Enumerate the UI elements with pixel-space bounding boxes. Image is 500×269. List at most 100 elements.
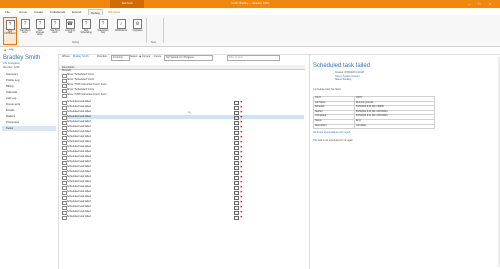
open-icon[interactable] (234, 215, 239, 220)
direction-select[interactable]: Incoming (111, 55, 130, 61)
notifications-button[interactable]: ♪ Notifications (113, 17, 129, 43)
diagnostic-log-button[interactable]: ? Diagnostic Log (96, 17, 110, 43)
upgrades-button[interactable]: ⚙ Upgrades (131, 17, 144, 43)
table-row[interactable]: Scheduled task failed ⚑ (62, 145, 304, 151)
nav-item-summary[interactable]: Summary (6, 72, 56, 77)
detail-title: Scheduled task failed (313, 63, 371, 69)
nav-item-billing[interactable]: Billing (6, 84, 56, 89)
test-sync-error-button[interactable]: ? Test Sync Error (49, 17, 61, 43)
table-row[interactable]: Scheduled task failed ⚑ (62, 105, 304, 111)
table-row[interactable]: Scheduled task failed ⚑ (62, 125, 304, 131)
row-description: Scheduled task failed (67, 115, 91, 118)
row-description: Scheduled task failed (67, 200, 91, 203)
table-row[interactable]: Scheduled task failed ⚑ (62, 210, 304, 216)
flag-icon[interactable]: ⚑ (240, 180, 243, 184)
flag-icon[interactable]: ⚑ (240, 115, 243, 119)
table-row[interactable]: Scheduled task failed ⚑ (62, 185, 304, 191)
nav-item-call-log[interactable]: Call Log (6, 96, 56, 101)
close-icon[interactable]: × (489, 1, 491, 6)
flag-icon[interactable]: ⚑ (240, 145, 243, 149)
flag-icon[interactable]: ⚑ (240, 105, 243, 109)
nav-item-processes[interactable]: Processes (6, 120, 56, 125)
table-row[interactable]: Scheduled task failed ⚑ (62, 135, 304, 141)
log-icon[interactable]: ◆ (4, 48, 6, 52)
maximize-icon[interactable]: □ (478, 1, 480, 6)
table-row[interactable]: Scheduled task failed ⚑ (62, 215, 304, 221)
status-label: Status: (130, 55, 138, 58)
preview-row[interactable]: Show "Scheduled" Form (62, 78, 304, 84)
button-label: Test UPHClient (4, 31, 16, 35)
flag-icon[interactable]: ⚑ (240, 110, 243, 114)
flag-icon[interactable]: ⚑ (240, 205, 243, 209)
detail-meta-owner[interactable]: Owner: System Account (335, 76, 360, 78)
test-process-error-button[interactable]: ? Test Process Error (34, 17, 46, 43)
flag-icon[interactable]: ⚑ (240, 140, 243, 144)
table-row[interactable]: Scheduled task failed ⚑ (62, 115, 304, 121)
table-row[interactable]: Scheduled task failed ⚑ (62, 200, 304, 206)
table-row[interactable]: Scheduled task failed ⚑ (62, 170, 304, 176)
nav-item-emails[interactable]: Emails (6, 108, 56, 113)
nav-item-tasks[interactable]: Tasks (2, 126, 56, 131)
flag-icon[interactable]: ⚑ (240, 170, 243, 174)
question-icon: ? (5, 20, 15, 30)
minimize-icon[interactable]: – (468, 1, 470, 6)
table-row[interactable]: Scheduled task failed ⚑ (62, 190, 304, 196)
flag-icon[interactable]: ⚑ (240, 215, 243, 219)
flag-icon[interactable]: ⚑ (240, 135, 243, 139)
flag-icon[interactable]: ⚑ (240, 190, 243, 194)
nav-item-profile-log[interactable]: Profile Log (6, 78, 56, 83)
table-row[interactable]: Scheduled task failed ⚑ (62, 160, 304, 166)
row-description: Scheduled task failed (67, 145, 91, 148)
flag-icon[interactable]: ⚑ (240, 160, 243, 164)
row-description: Scheduled task failed (67, 180, 91, 183)
row-checkbox[interactable] (62, 93, 67, 99)
flag-icon[interactable]: ⚑ (240, 210, 243, 214)
quickbar-label[interactable]: Log (9, 48, 13, 51)
status-current-radio[interactable]: ◉ Current (139, 55, 150, 58)
table-row[interactable]: Scheduled task failed ⚑ (62, 110, 304, 116)
flag-icon[interactable]: ⚑ (240, 130, 243, 134)
test-client-error-button[interactable]: ? Test Client Error (19, 17, 31, 43)
detail-link[interactable]: Click here to uninstall an error report. (313, 132, 351, 134)
preview-row[interactable]: Show "Scheduled" Form (62, 73, 304, 79)
flag-icon[interactable]: ⚑ (240, 155, 243, 159)
status-future-radio[interactable]: ○ Future (152, 55, 161, 58)
table-row[interactable]: Scheduled task failed ⚑ (62, 195, 304, 201)
state-select[interactable]: Not Started or In Progress (164, 55, 213, 61)
table-row[interactable]: Scheduled task failed ⚑ (62, 130, 304, 136)
preview-row[interactable]: Show "TINS Instruction Form" Form (62, 83, 304, 89)
flag-icon[interactable]: ⚑ (240, 120, 243, 124)
nav-item-calendar[interactable]: Calendar (6, 90, 56, 95)
test-uphclient-button[interactable]: ? Test UPHClient (3, 17, 17, 45)
flag-icon[interactable]: ⚑ (240, 150, 243, 154)
flag-icon[interactable]: ⚑ (240, 175, 243, 179)
whose-value[interactable]: Bradley Smith (73, 55, 89, 58)
flag-icon[interactable]: ⚑ (240, 165, 243, 169)
table-row[interactable]: Scheduled task failed ⚑ (62, 155, 304, 161)
table-row[interactable]: Scheduled task failed ⚑ (62, 205, 304, 211)
flag-icon[interactable]: ⚑ (240, 125, 243, 129)
flag-icon[interactable]: ⚑ (240, 100, 243, 104)
table-row[interactable]: Scheduled task failed ⚑ (62, 150, 304, 156)
button-label: Notifications (114, 30, 128, 32)
flag-icon[interactable]: ⚑ (240, 185, 243, 189)
flag-icon[interactable]: ⚑ (240, 195, 243, 199)
nav-item-documents[interactable]: Documents (6, 102, 56, 107)
preview-row[interactable]: Show "Scheduled" Form (62, 88, 304, 94)
table-row[interactable]: Scheduled task failed ⚑ (62, 165, 304, 171)
question-icon: ? (98, 19, 108, 29)
search-input[interactable]: Filter by Item (227, 55, 280, 61)
table-row[interactable]: Scheduled task failed ⚑ (62, 175, 304, 181)
nav-item-matters[interactable]: Matters (6, 114, 56, 119)
row-description: Scheduled task failed (67, 110, 91, 113)
group-label-beta: Beta (151, 41, 156, 44)
table-row[interactable]: Scheduled task failed ⚑ (62, 120, 304, 126)
flag-icon[interactable]: ⚑ (240, 200, 243, 204)
row-checkbox[interactable] (62, 215, 67, 221)
preview-row[interactable]: Show "TINS Instruction Form" Form (62, 93, 304, 99)
table-row[interactable]: Scheduled task failed ⚑ (62, 180, 304, 186)
table-row[interactable]: Scheduled task failed ⚑ (62, 140, 304, 146)
table-row[interactable]: Scheduled task failed ⚑ (62, 100, 304, 106)
incoming-call-button[interactable]: ☎ Incoming Call (64, 17, 76, 43)
test-scheduling-button[interactable]: ? Test Scheduling (79, 17, 93, 43)
